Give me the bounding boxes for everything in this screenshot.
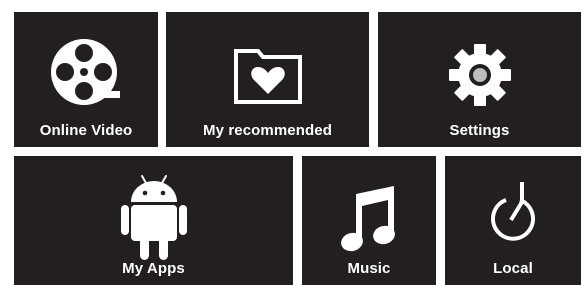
music-note-icon bbox=[302, 186, 436, 252]
tile-label: Online Video bbox=[39, 122, 133, 139]
heart-folder-icon bbox=[166, 45, 369, 105]
local-storage-icon bbox=[445, 180, 581, 246]
tile-label: Settings bbox=[449, 122, 510, 139]
tile-label: My recommended bbox=[203, 122, 332, 139]
tile-music[interactable]: Music bbox=[302, 156, 436, 285]
gear-icon bbox=[378, 42, 581, 108]
tile-label: Music bbox=[347, 260, 391, 277]
android-icon bbox=[14, 174, 293, 262]
film-reel-icon bbox=[14, 37, 158, 107]
tile-my-recommended[interactable]: My recommended bbox=[166, 12, 369, 147]
launcher-screen: Online Video My recommended Settings My … bbox=[0, 0, 585, 285]
tile-local[interactable]: Local bbox=[445, 156, 581, 285]
tile-settings[interactable]: Settings bbox=[378, 12, 581, 147]
tile-label: Local bbox=[493, 260, 533, 277]
tile-my-apps[interactable]: My Apps bbox=[14, 156, 293, 285]
tile-label: My Apps bbox=[122, 260, 185, 277]
tile-online-video[interactable]: Online Video bbox=[14, 12, 158, 147]
